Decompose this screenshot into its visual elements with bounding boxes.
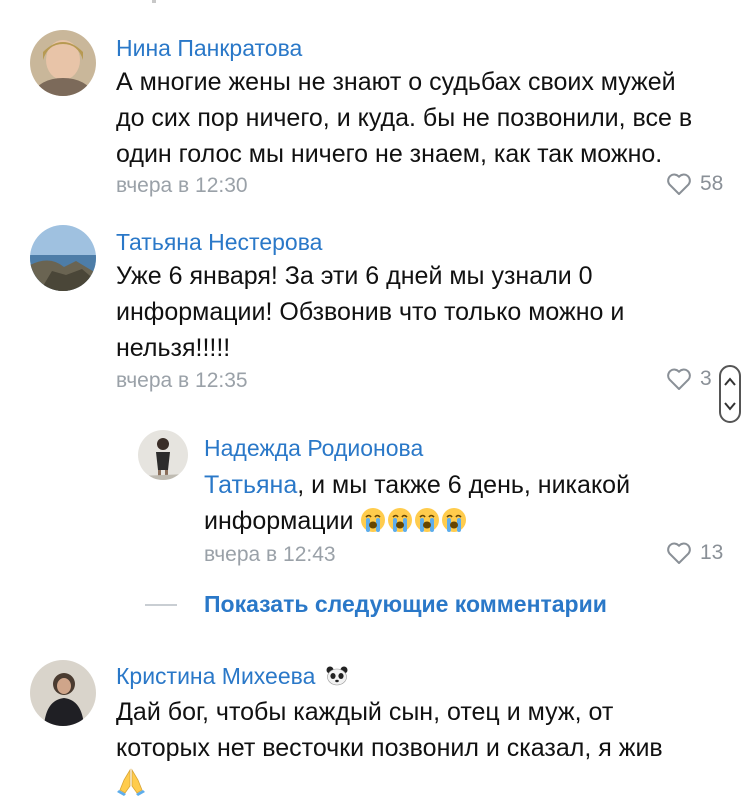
heart-icon [667,173,691,195]
comment-timestamp: вчера в 12:35 [116,369,248,392]
loudly-crying-face-icon [361,508,386,532]
like-button[interactable]: 58 [666,171,723,197]
comment-item: Татьяна Нестерова Уже 6 января! За эти 6… [0,210,755,410]
like-count: 3 [700,367,712,390]
reply-item: Надежда Родионова Татьяна, и мы также 6 … [0,410,755,580]
heart-icon [667,542,691,564]
loudly-crying-face-icon [388,508,413,532]
comment-author[interactable]: Кристина Михеева [116,662,348,690]
avatar[interactable] [30,225,96,291]
show-more-comments-link[interactable]: Показать следующие комментарии [204,590,607,618]
comment-item: Нина Панкратова А многие жены не знают о… [0,0,755,210]
comment-timestamp: вчера в 12:30 [116,174,248,197]
like-button[interactable]: 13 [666,540,723,566]
avatar[interactable] [30,660,96,726]
heart-icon [667,368,691,390]
avatar[interactable] [30,30,96,96]
like-button[interactable]: 3 [666,366,712,392]
reply-text: Татьяна, и мы также 6 день, никакой инфо… [204,471,631,535]
panda-face-icon [326,666,348,686]
loudly-crying-face-icon [415,508,440,532]
comment-author[interactable]: Татьяна Нестерова [116,228,322,256]
reply-timestamp: вчера в 12:43 [204,543,336,566]
folded-hands-icon [117,768,145,796]
like-count: 13 [700,541,724,564]
avatar[interactable] [138,430,188,480]
like-count: 58 [700,172,724,195]
comment-text: А многие жены не знают о судьбах своих м… [116,68,693,168]
comment-author[interactable]: Нина Панкратова [116,34,302,62]
divider [145,604,177,606]
mention-link[interactable]: Татьяна [204,471,297,499]
reply-author[interactable]: Надежда Родионова [204,434,423,462]
comment-text: Уже 6 января! За эти 6 дней мы узнали 0 … [116,262,625,362]
loudly-crying-face-icon [442,508,467,532]
comment-item: Кристина Михеева Дай бог, чтобы каждый с… [0,640,755,800]
comment-text: Дай бог, чтобы каждый сын, отец и муж, о… [116,694,726,802]
